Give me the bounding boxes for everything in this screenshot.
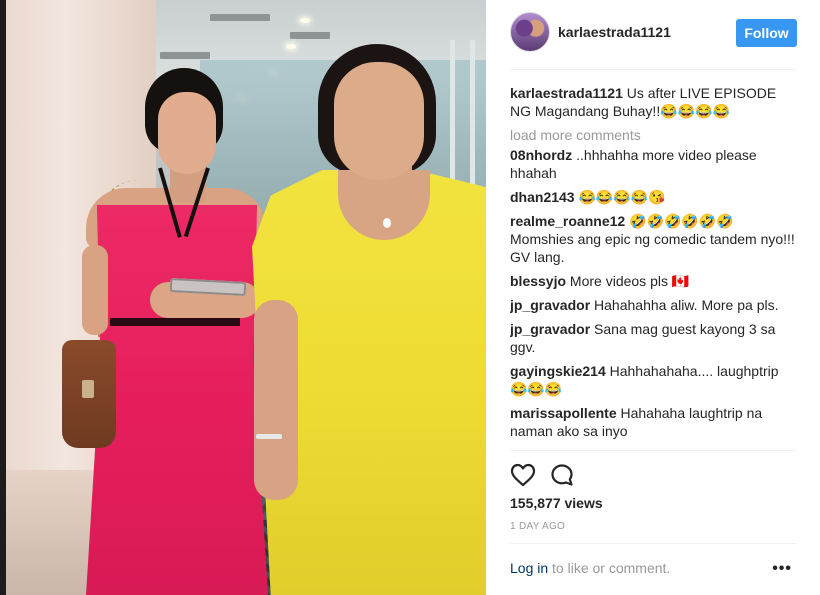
comment-username[interactable]: jp_gravador [510, 297, 590, 313]
post-timestamp: 1 DAY AGO [510, 521, 566, 532]
list-item: blessyjo More videos pls 🇨🇦 [510, 272, 796, 290]
view-count: 155,877 views [510, 495, 603, 511]
comment-text: More videos pls 🇨🇦 [569, 273, 690, 289]
person-yellow-bracelet [256, 434, 282, 439]
ceiling-vent [160, 52, 210, 59]
ceiling-vent [210, 14, 270, 21]
comment-username[interactable]: 08nhordz [510, 147, 572, 163]
comment-username[interactable]: jp_gravador [510, 321, 590, 337]
comment-footer: Log in to like or comment. ••• [510, 543, 796, 589]
post-header: karlaestrada1121 Follow [510, 12, 797, 70]
ceiling-light [300, 18, 310, 23]
person-yellow-arm [254, 300, 298, 500]
more-options-icon[interactable]: ••• [772, 560, 792, 578]
list-item: realme_roanne12 🤣🤣🤣🤣🤣🤣 Momshies ang epic… [510, 212, 796, 266]
list-item: jp_gravador Sana mag guest kayong 3 sa g… [510, 320, 796, 356]
post-username[interactable]: karlaestrada1121 [558, 24, 671, 40]
comment-username[interactable]: gayingskie214 [510, 363, 606, 379]
comment-username[interactable]: realme_roanne12 [510, 213, 625, 229]
ceiling-light [286, 44, 296, 49]
person-pink-face [158, 92, 216, 174]
ceiling-vent [290, 32, 330, 39]
person-yellow-necklace [383, 218, 391, 228]
load-more-comments-link[interactable]: load more comments [510, 126, 796, 144]
login-link[interactable]: Log in [510, 560, 548, 576]
list-item: dhan2143 😂😂😂😂😘 [510, 188, 796, 206]
person-pink-arm [82, 245, 108, 335]
comment-username[interactable]: blessyjo [510, 273, 566, 289]
post-side-panel: karlaestrada1121 Follow karlaestrada1121… [486, 0, 820, 595]
avatar[interactable] [510, 12, 550, 52]
post-video[interactable] [0, 0, 486, 595]
handbag [62, 340, 116, 448]
list-item: gayingskie214 Hahhahahaha.... laughptrip… [510, 362, 796, 398]
list-item: marissapollente Hahahaha laughtrip na na… [510, 404, 796, 440]
comment-username[interactable]: marissapollente [510, 405, 617, 421]
login-prompt: Log in to like or comment. [510, 560, 670, 576]
comment-text: 😂😂😂😂😘 [578, 189, 666, 205]
list-item: jp_gravador Hahahahha aliw. More pa pls. [510, 296, 796, 314]
comment-icon[interactable] [550, 463, 574, 487]
heart-icon[interactable] [510, 463, 536, 487]
comment-text: Hahahahha aliw. More pa pls. [594, 297, 779, 313]
follow-button[interactable]: Follow [736, 19, 797, 47]
comments-list[interactable]: karlaestrada1121 Us after LIVE EPISODE N… [510, 84, 796, 450]
person-pink-belt [110, 318, 240, 326]
login-prompt-text: to like or comment. [548, 560, 671, 576]
comment-username[interactable]: dhan2143 [510, 189, 575, 205]
list-item: 08nhordz ..hhhahha more video please hha… [510, 146, 796, 182]
caption-username[interactable]: karlaestrada1121 [510, 85, 623, 101]
person-yellow-face [334, 62, 424, 180]
caption: karlaestrada1121 Us after LIVE EPISODE N… [510, 84, 796, 120]
post-actions [510, 450, 796, 496]
